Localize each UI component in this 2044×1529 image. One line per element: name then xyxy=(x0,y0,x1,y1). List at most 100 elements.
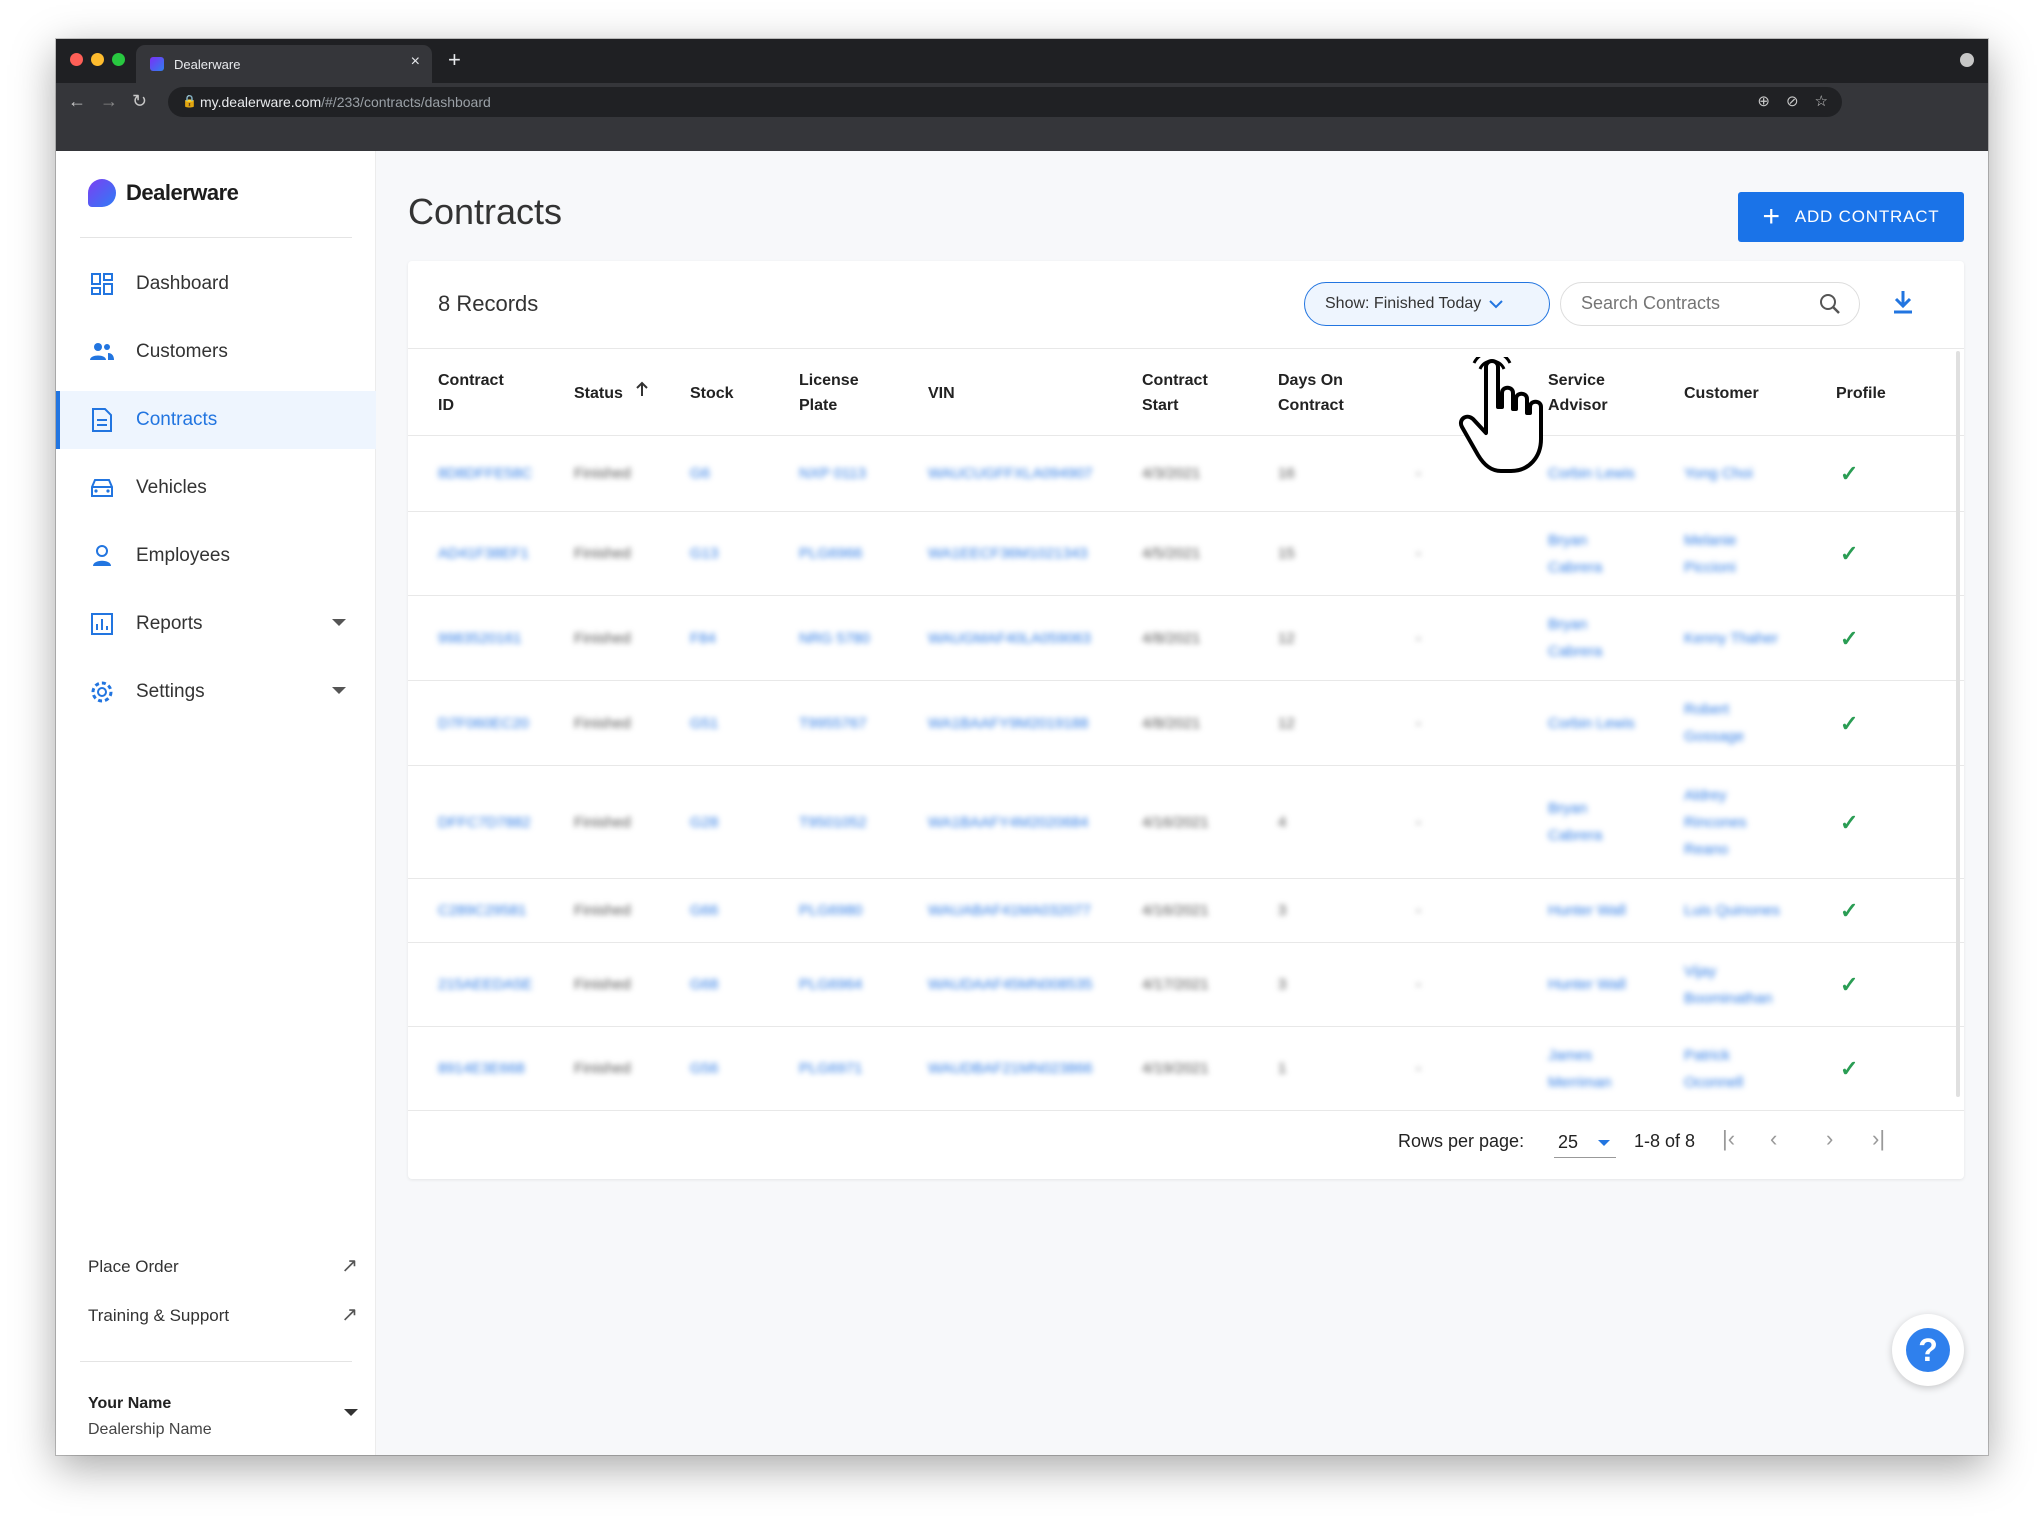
table-row[interactable]: AD41F38EF1 Finished G13 PLG6966 WA1EECF3… xyxy=(408,512,1964,596)
address-bar[interactable]: 🔒 my.dealerware.com/#/233/contracts/dash… xyxy=(168,87,1842,117)
table-row[interactable]: D7F060EC20 Finished G51 T9955767 WA1BAAF… xyxy=(408,681,1964,766)
sidebar-item-reports[interactable]: Reports xyxy=(56,595,376,653)
customer[interactable]: Yong Choi xyxy=(1684,436,1753,511)
close-window-button[interactable] xyxy=(70,53,83,66)
add-contract-button[interactable]: + ADD CONTRACT xyxy=(1738,192,1964,242)
table-row[interactable]: 8914E3E668 Finished G56 PLG6971 WAUDBAF2… xyxy=(408,1027,1964,1111)
sort-ascending-icon[interactable] xyxy=(635,380,649,406)
vin[interactable]: WAUGMAF40LA059063 xyxy=(928,596,1091,680)
customer[interactable]: Aldrey Rincones Reano xyxy=(1684,766,1747,878)
table-row[interactable]: DFFC7D7882 Finished G28 T9501052 WA1BAAF… xyxy=(408,766,1964,879)
vin[interactable]: WA1BAAFY4M2020684 xyxy=(928,766,1088,878)
chevron-down-icon[interactable] xyxy=(332,619,346,626)
table-row[interactable]: 215AEEDA5E Finished G68 PLG6964 WAUDAAF4… xyxy=(408,943,1964,1027)
new-tab-button[interactable]: + xyxy=(448,47,461,73)
license-plate[interactable]: NRG 5780 xyxy=(799,596,870,680)
customer[interactable]: Vijay Boominathan xyxy=(1684,943,1772,1026)
help-button[interactable]: ? xyxy=(1892,1314,1964,1386)
license-plate[interactable]: T9955767 xyxy=(799,681,867,765)
stock[interactable]: G6 xyxy=(690,436,710,511)
column-header-profile[interactable]: Profile xyxy=(1836,349,1886,437)
next-page-icon[interactable]: › xyxy=(1826,1126,1833,1152)
download-icon[interactable] xyxy=(1892,289,1914,320)
table-row[interactable]: 9983520161 Finished F84 NRG 5780 WAUGMAF… xyxy=(408,596,1964,681)
reload-icon[interactable]: ↻ xyxy=(132,91,147,112)
prev-page-icon[interactable]: ‹ xyxy=(1770,1126,1777,1152)
customer[interactable]: Kenny Thaher xyxy=(1684,596,1778,680)
contract-id[interactable]: 8D8DFFE58C xyxy=(438,436,532,511)
stock[interactable]: G66 xyxy=(690,879,718,942)
zoom-icon[interactable]: ⊕ xyxy=(1757,92,1770,110)
first-page-icon[interactable]: |‹ xyxy=(1722,1126,1735,1152)
service-advisor[interactable]: Bryan Cabrera xyxy=(1548,766,1602,878)
service-advisor[interactable]: James Merriman xyxy=(1548,1027,1611,1110)
contract-id[interactable]: AD41F38EF1 xyxy=(438,512,529,595)
service-advisor[interactable]: Hunter Wall xyxy=(1548,943,1626,1026)
vin[interactable]: WAUCUGFFXLA094907 xyxy=(928,436,1093,511)
vin[interactable]: WAUDAAF45MN008535 xyxy=(928,943,1093,1026)
column-header-contract-id[interactable]: Contract ID xyxy=(438,349,504,437)
contract-id[interactable]: C289C29581 xyxy=(438,879,526,942)
contract-id[interactable]: 8914E3E668 xyxy=(438,1027,525,1110)
stock[interactable]: G51 xyxy=(690,681,718,765)
stock[interactable]: G28 xyxy=(690,766,718,878)
vin[interactable]: WA1EECF36M1021343 xyxy=(928,512,1088,595)
vin[interactable]: WAUABAF41MA032077 xyxy=(928,879,1091,942)
bookmark-star-icon[interactable]: ☆ xyxy=(1815,92,1828,110)
column-header-license-plate[interactable]: License Plate xyxy=(799,349,859,437)
rows-per-page-select[interactable]: 25 xyxy=(1554,1128,1616,1158)
sidebar-item-employees[interactable]: Employees xyxy=(56,527,376,585)
stock[interactable]: F84 xyxy=(690,596,716,680)
brand-logo[interactable]: Dealerware xyxy=(88,179,239,207)
column-header-customer[interactable]: Customer xyxy=(1684,349,1759,437)
sidebar-item-settings[interactable]: Settings xyxy=(56,663,376,721)
customer[interactable]: Melanie Piccioni xyxy=(1684,512,1737,595)
vin[interactable]: WAUDBAF21MN023866 xyxy=(928,1027,1093,1110)
maximize-window-button[interactable] xyxy=(112,53,125,66)
browser-tab[interactable]: Dealerware × xyxy=(136,45,432,83)
service-advisor[interactable]: Corbin Lewis xyxy=(1548,681,1635,765)
user-menu[interactable]: Your Name Dealership Name xyxy=(88,1395,358,1439)
chevron-down-icon[interactable] xyxy=(332,687,346,694)
service-advisor[interactable]: Corbin Lewis xyxy=(1548,436,1635,511)
back-arrow-icon[interactable]: ← xyxy=(68,91,86,112)
chevron-down-icon[interactable] xyxy=(344,1409,358,1416)
column-header-stock[interactable]: Stock xyxy=(690,349,734,437)
table-scrollbar[interactable] xyxy=(1956,351,1960,1097)
table-row[interactable]: C289C29581 Finished G66 PLG6980 WAUABAF4… xyxy=(408,879,1964,943)
vin[interactable]: WA1BAAFY9M2019188 xyxy=(928,681,1088,765)
table-row[interactable]: 8D8DFFE58C Finished G6 NXP 0113 WAUCUGFF… xyxy=(408,436,1964,512)
contract-id[interactable]: 9983520161 xyxy=(438,596,521,680)
customer[interactable]: Luis Quinones xyxy=(1684,879,1780,942)
stock[interactable]: G13 xyxy=(690,512,718,595)
customer[interactable]: Robert Gossage xyxy=(1684,681,1744,765)
sidebar-item-vehicles[interactable]: Vehicles xyxy=(56,459,376,517)
stock[interactable]: G68 xyxy=(690,943,718,1026)
place-order-link[interactable]: Place Order ↗ xyxy=(88,1255,358,1277)
sidebar-item-dashboard[interactable]: Dashboard xyxy=(56,255,376,313)
license-plate[interactable]: NXP 0113 xyxy=(799,436,866,511)
stock[interactable]: G56 xyxy=(690,1027,718,1110)
column-header-vin[interactable]: VIN xyxy=(928,349,955,437)
column-header-contract-start[interactable]: Contract Start xyxy=(1142,349,1208,437)
license-plate[interactable]: PLG6966 xyxy=(799,512,862,595)
search-input[interactable] xyxy=(1581,293,1801,314)
contract-id[interactable]: D7F060EC20 xyxy=(438,681,529,765)
license-plate[interactable]: PLG6964 xyxy=(799,943,862,1026)
column-header-service-advisor[interactable]: Service Advisor xyxy=(1548,349,1608,437)
browser-profile-icon[interactable] xyxy=(1960,53,1974,67)
training-support-link[interactable]: Training & Support ↗ xyxy=(88,1304,358,1326)
column-header-status[interactable]: Status xyxy=(574,349,649,437)
column-header-days-on-contract[interactable]: Days On Contract xyxy=(1278,349,1344,437)
minimize-window-button[interactable] xyxy=(91,53,104,66)
sidebar-item-contracts[interactable]: Contracts xyxy=(56,391,376,449)
tracking-blocked-icon[interactable]: ⊘ xyxy=(1786,92,1799,110)
service-advisor[interactable]: Bryan Cabrera xyxy=(1548,596,1602,680)
customer[interactable]: Patrick Oconnell xyxy=(1684,1027,1743,1110)
status-filter-dropdown[interactable]: Show: Finished Today xyxy=(1304,282,1550,326)
contract-id[interactable]: 215AEEDA5E xyxy=(438,943,532,1026)
license-plate[interactable]: PLG6980 xyxy=(799,879,862,942)
service-advisor[interactable]: Hunter Wall xyxy=(1548,879,1626,942)
sidebar-item-customers[interactable]: Customers xyxy=(56,323,376,381)
forward-arrow-icon[interactable]: → xyxy=(100,91,118,112)
